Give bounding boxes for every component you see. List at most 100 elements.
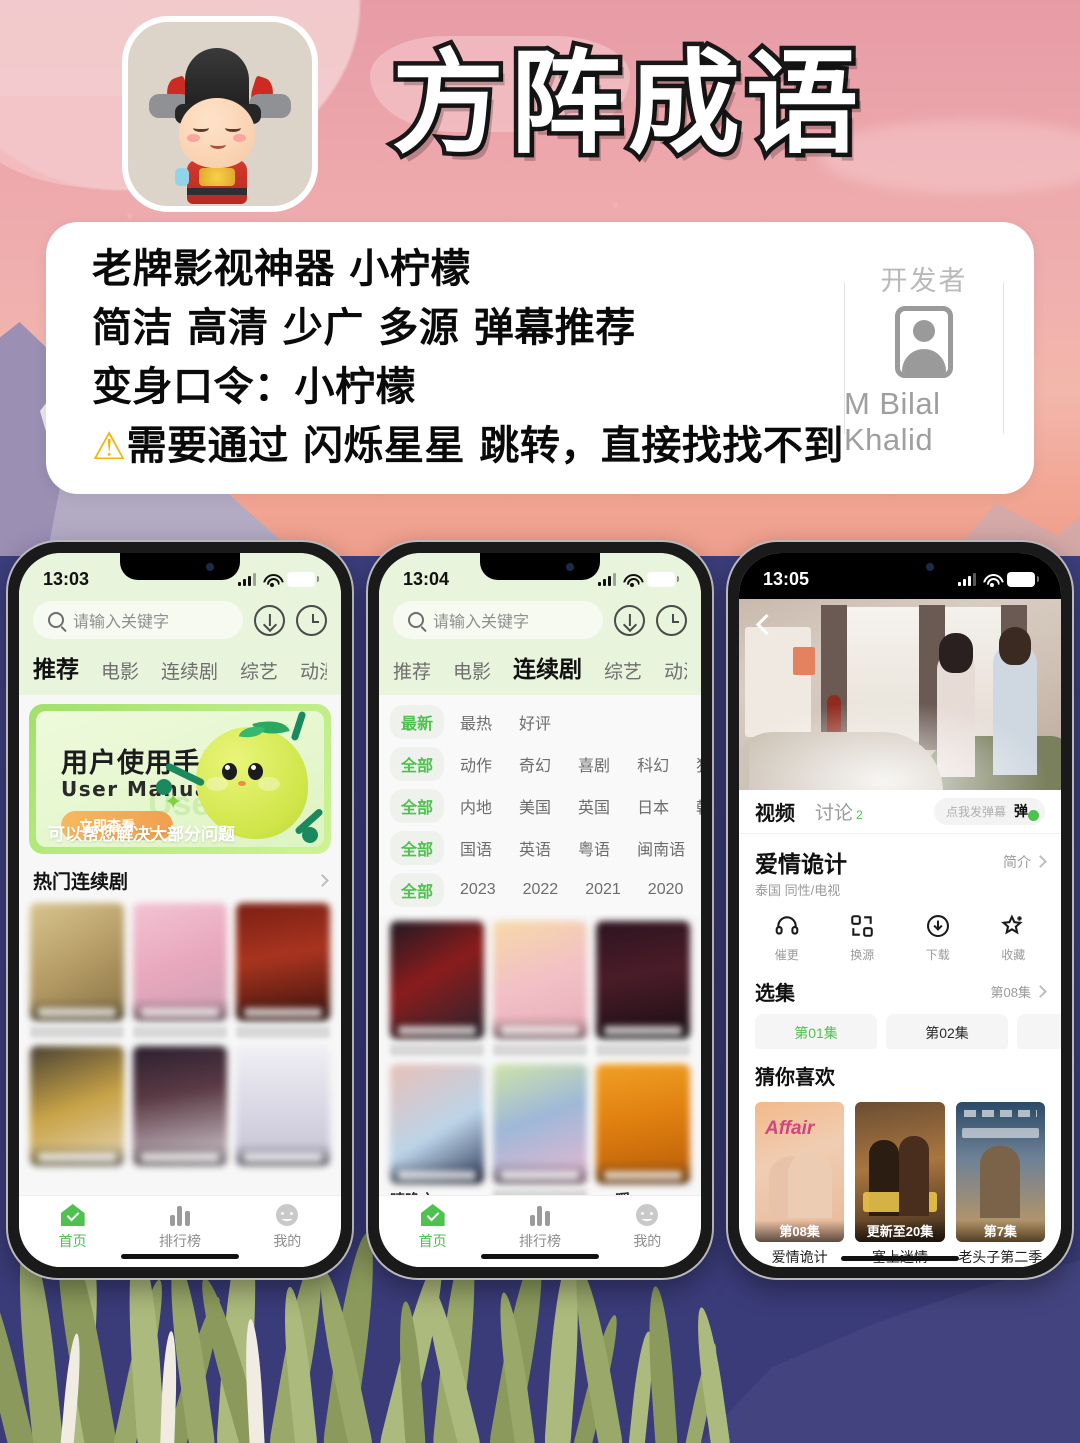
poster-thumbnail: [390, 921, 484, 1039]
sidebar-item-home[interactable]: 首页: [19, 1204, 126, 1251]
list-item[interactable]: 第7集 老头子第二季: [955, 1102, 1045, 1267]
list-item[interactable]: [596, 921, 690, 1056]
list-item[interactable]: [493, 921, 587, 1056]
tab-recommend[interactable]: 推荐: [33, 650, 79, 684]
list-item[interactable]: [133, 903, 227, 1038]
sidebar-item-home[interactable]: 首页: [379, 1204, 486, 1251]
signal-icon: [957, 572, 976, 586]
tab-label-home: 首页: [418, 1233, 447, 1249]
filter-chip[interactable]: 英语: [508, 831, 562, 865]
list-item[interactable]: 更新至20集 塞上迷情: [855, 1102, 945, 1267]
download-circle-icon[interactable]: [614, 604, 645, 636]
video-synopsis-link[interactable]: 简介: [1003, 852, 1047, 872]
notch: [840, 553, 960, 580]
tab-video[interactable]: 视频: [755, 797, 795, 826]
search-input[interactable]: 请输入关键字: [393, 601, 603, 639]
list-item-title: [236, 1026, 330, 1038]
episodes-latest-link[interactable]: 第08集: [991, 982, 1047, 1001]
signal-icon: [237, 572, 256, 586]
filter-chip[interactable]: 最热: [449, 705, 503, 739]
history-clock-icon[interactable]: [296, 604, 327, 636]
list-item[interactable]: [493, 1064, 587, 1195]
filter-chip-selected[interactable]: 全部: [390, 873, 445, 907]
filter-chip-selected[interactable]: 最新: [390, 705, 445, 739]
filter-chip[interactable]: 韩国: [685, 789, 701, 823]
filter-chip[interactable]: 闽南语: [626, 831, 696, 865]
action-favorite[interactable]: 收藏: [976, 913, 1052, 963]
tab-discussion[interactable]: 讨论 2: [815, 798, 863, 825]
filter-chip[interactable]: 2020: [637, 876, 695, 904]
list-item[interactable]: [30, 1046, 124, 1166]
filter-chip[interactable]: 奇幻: [508, 747, 562, 781]
list-item-title: 爱情诡计: [771, 1249, 828, 1265]
notch: [480, 553, 600, 580]
episode-item[interactable]: 第03: [1017, 1013, 1061, 1049]
chevron-right-icon: [1034, 984, 1047, 998]
list-item[interactable]: [133, 1046, 227, 1166]
filter-chip[interactable]: 美国: [508, 789, 562, 823]
tab-variety[interactable]: 综艺: [604, 657, 642, 684]
action-urge-update[interactable]: 催更: [749, 913, 825, 963]
filter-chip[interactable]: 喜剧: [567, 747, 621, 781]
filter-chip[interactable]: 英国: [567, 789, 621, 823]
filter-chip[interactable]: 粤语: [567, 831, 621, 865]
action-switch-source[interactable]: 换源: [825, 913, 901, 963]
tab-movie[interactable]: 电影: [453, 657, 491, 684]
poster-thumbnail: [596, 921, 690, 1039]
home-indicator: [121, 1254, 239, 1259]
list-item[interactable]: [390, 921, 484, 1056]
list-item[interactable]: 一 暖…: [596, 1064, 690, 1195]
danmaku-input-placeholder[interactable]: 点我发弹幕: [946, 803, 1006, 820]
tab-series[interactable]: 连续剧: [513, 650, 582, 684]
download-circle-icon[interactable]: [254, 604, 285, 636]
tab-anime[interactable]: 动漫: [300, 657, 327, 684]
list-item[interactable]: [30, 903, 124, 1038]
filter-chip[interactable]: 国语: [449, 831, 503, 865]
filter-chip-selected[interactable]: 全部: [390, 789, 445, 823]
filter-chip[interactable]: 科幻: [626, 747, 680, 781]
history-clock-icon[interactable]: [656, 604, 687, 636]
danmaku-toggle[interactable]: 弹: [1014, 801, 1039, 822]
section-header-hot-series[interactable]: 热门连续剧: [19, 854, 341, 903]
list-item[interactable]: 晴晚之: [390, 1064, 484, 1195]
list-item[interactable]: Affair 第08集 爱情诡计: [755, 1102, 845, 1267]
list-item[interactable]: [236, 1046, 330, 1166]
filter-chip[interactable]: 2022: [512, 876, 570, 904]
home-icon: [420, 1204, 445, 1226]
search-input[interactable]: 请输入关键字: [33, 601, 243, 639]
filter-chip[interactable]: 2019: [699, 876, 701, 904]
camera-icon: [206, 563, 214, 571]
filter-chip[interactable]: 2023: [449, 876, 507, 904]
filter-chip-selected[interactable]: 全部: [390, 831, 445, 865]
user-manual-banner[interactable]: User 用户使用手册 User Manual 立即查看 → ✦ 可以帮您解决大…: [29, 704, 331, 854]
action-download[interactable]: 下载: [900, 913, 976, 963]
tab-variety[interactable]: 综艺: [240, 657, 278, 684]
section-title: 热门连续剧: [33, 872, 129, 893]
chevron-right-icon: [1034, 855, 1047, 868]
poster-thumbnail: [493, 1064, 587, 1184]
filter-chip[interactable]: 动作: [449, 747, 503, 781]
sidebar-item-profile[interactable]: 我的: [594, 1204, 701, 1251]
sidebar-item-profile[interactable]: 我的: [234, 1204, 341, 1251]
battery-icon: 71: [286, 571, 319, 587]
list-item[interactable]: [236, 903, 330, 1038]
filter-chip[interactable]: 内地: [449, 789, 503, 823]
filter-chip[interactable]: 犯罪: [685, 747, 701, 781]
tab-recommend[interactable]: 推荐: [393, 657, 431, 684]
sidebar-item-ranking[interactable]: 排行榜: [126, 1204, 233, 1251]
episode-item[interactable]: 第01集: [755, 1013, 877, 1049]
episode-item[interactable]: 第02集: [886, 1013, 1008, 1049]
filter-chip[interactable]: 2021: [574, 876, 632, 904]
episode-badge: 第08集: [755, 1220, 845, 1242]
tab-anime[interactable]: 动漫: [664, 657, 687, 684]
filter-chip[interactable]: 日本: [626, 789, 680, 823]
danmaku-control[interactable]: 点我发弹幕 弹: [933, 797, 1045, 825]
back-chevron-icon[interactable]: [753, 613, 775, 635]
tab-movie[interactable]: 电影: [101, 657, 139, 684]
video-player[interactable]: [739, 599, 1061, 791]
filter-chip-selected[interactable]: 全部: [390, 747, 445, 781]
battery-level: 71: [286, 571, 315, 587]
filter-chip[interactable]: 好评: [508, 705, 562, 739]
tab-series[interactable]: 连续剧: [161, 657, 218, 684]
sidebar-item-ranking[interactable]: 排行榜: [486, 1204, 593, 1251]
